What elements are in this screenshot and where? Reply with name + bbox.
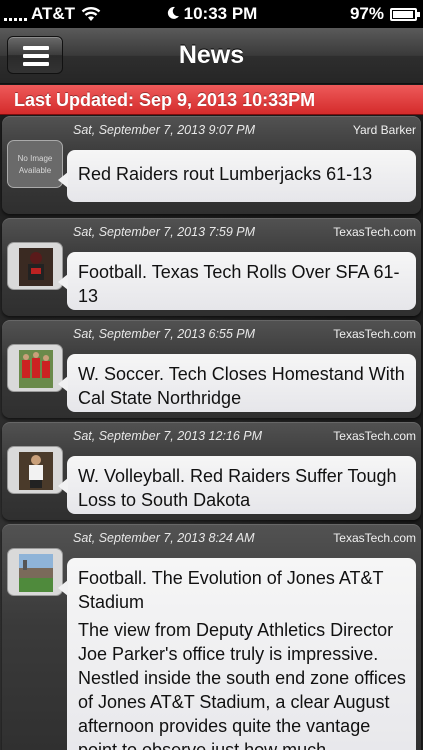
moon-icon bbox=[167, 6, 179, 19]
soccer-team-photo bbox=[19, 350, 53, 388]
news-item[interactable]: Sat, September 7, 2013 7:59 PM TexasTech… bbox=[2, 218, 421, 316]
news-title: Red Raiders rout Lumberjacks 61-13 bbox=[78, 164, 373, 184]
football-player-thumbnail bbox=[7, 242, 63, 290]
news-date: Sat, September 7, 2013 12:16 PM bbox=[73, 429, 263, 443]
news-title: W. Soccer. Tech Closes Homestand With Ca… bbox=[78, 364, 405, 408]
news-source: TexasTech.com bbox=[333, 327, 416, 341]
thumbnail-placeholder: No Image Available bbox=[7, 140, 63, 188]
news-item[interactable]: Sat, September 7, 2013 6:55 PM TexasTech… bbox=[2, 320, 421, 418]
stadium-thumbnail bbox=[7, 548, 63, 596]
status-bar: AT&T 10:33 PM 97% bbox=[0, 0, 423, 28]
news-feed[interactable]: Sat, September 7, 2013 9:07 PM Yard Bark… bbox=[0, 116, 423, 750]
volleyball-player-photo bbox=[19, 452, 53, 490]
battery-percent: 97% bbox=[349, 4, 384, 23]
news-title-bubble[interactable]: W. Soccer. Tech Closes Homestand With Ca… bbox=[58, 354, 416, 412]
navigation-bar: News bbox=[0, 28, 423, 84]
news-source: TexasTech.com bbox=[333, 225, 416, 239]
clock: 10:33 PM bbox=[183, 4, 258, 23]
battery-fill bbox=[393, 10, 414, 18]
battery-icon bbox=[390, 7, 420, 21]
football-player-photo bbox=[19, 248, 53, 286]
news-title: Football. Texas Tech Rolls Over SFA 61-1… bbox=[78, 262, 400, 306]
news-title: W. Volleyball. Red Raiders Suffer Tough … bbox=[78, 466, 397, 510]
news-title-bubble[interactable]: Red Raiders rout Lumberjacks 61-13 bbox=[58, 150, 416, 202]
stadium-photo bbox=[19, 554, 53, 592]
news-source: TexasTech.com bbox=[333, 531, 416, 545]
news-source: TexasTech.com bbox=[333, 429, 416, 443]
news-date: Sat, September 7, 2013 6:55 PM bbox=[73, 327, 256, 341]
news-item[interactable]: Sat, September 7, 2013 9:07 PM Yard Bark… bbox=[2, 116, 421, 214]
last-updated-banner: Last Updated: Sep 9, 2013 10:33PM bbox=[0, 85, 423, 115]
page-title: News bbox=[178, 41, 245, 69]
news-description: The view from Deputy Athletics Director … bbox=[78, 620, 406, 750]
news-title-bubble[interactable]: Football. Texas Tech Rolls Over SFA 61-1… bbox=[58, 252, 416, 310]
news-date: Sat, September 7, 2013 9:07 PM bbox=[73, 123, 256, 137]
news-source: Yard Barker bbox=[352, 123, 416, 137]
volleyball-player-thumbnail bbox=[7, 446, 63, 494]
news-title: Football. The Evolution of Jones AT&T St… bbox=[78, 568, 384, 612]
news-date: Sat, September 7, 2013 7:59 PM bbox=[73, 225, 256, 239]
soccer-team-thumbnail bbox=[7, 344, 63, 392]
news-detail-bubble[interactable]: Football. The Evolution of Jones AT&T St… bbox=[58, 558, 416, 750]
news-item[interactable]: Sat, September 7, 2013 12:16 PM TexasTec… bbox=[2, 422, 421, 520]
news-item[interactable]: Sat, September 7, 2013 8:24 AM TexasTech… bbox=[2, 524, 421, 750]
news-date: Sat, September 7, 2013 8:24 AM bbox=[73, 531, 255, 545]
news-title-bubble[interactable]: W. Volleyball. Red Raiders Suffer Tough … bbox=[58, 456, 416, 514]
